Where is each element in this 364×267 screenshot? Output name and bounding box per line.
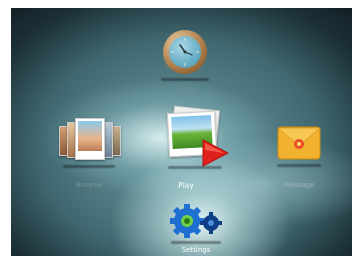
- play-slideshow-icon: [156, 105, 230, 170]
- menu-label-message: Message: [283, 181, 315, 189]
- gears-icon: [170, 204, 222, 238]
- menu-item-message[interactable]: [277, 126, 321, 160]
- clock-icon: [163, 30, 207, 74]
- menu-label-browse: Browse: [76, 181, 102, 189]
- menu-item-play[interactable]: [156, 105, 230, 170]
- menu-item-browse[interactable]: [57, 118, 121, 162]
- menu-label-settings: Settings: [181, 246, 211, 254]
- envelope-icon: [277, 126, 321, 160]
- home-menu-screen: Clock Browse Play Message Settings: [11, 8, 352, 256]
- menu-label-play: Play: [178, 181, 194, 190]
- menu-item-clock[interactable]: [163, 30, 207, 74]
- menu-item-settings[interactable]: [167, 204, 225, 238]
- menu-label-clock: Clock: [175, 85, 195, 93]
- photo-stack-icon: [57, 118, 121, 162]
